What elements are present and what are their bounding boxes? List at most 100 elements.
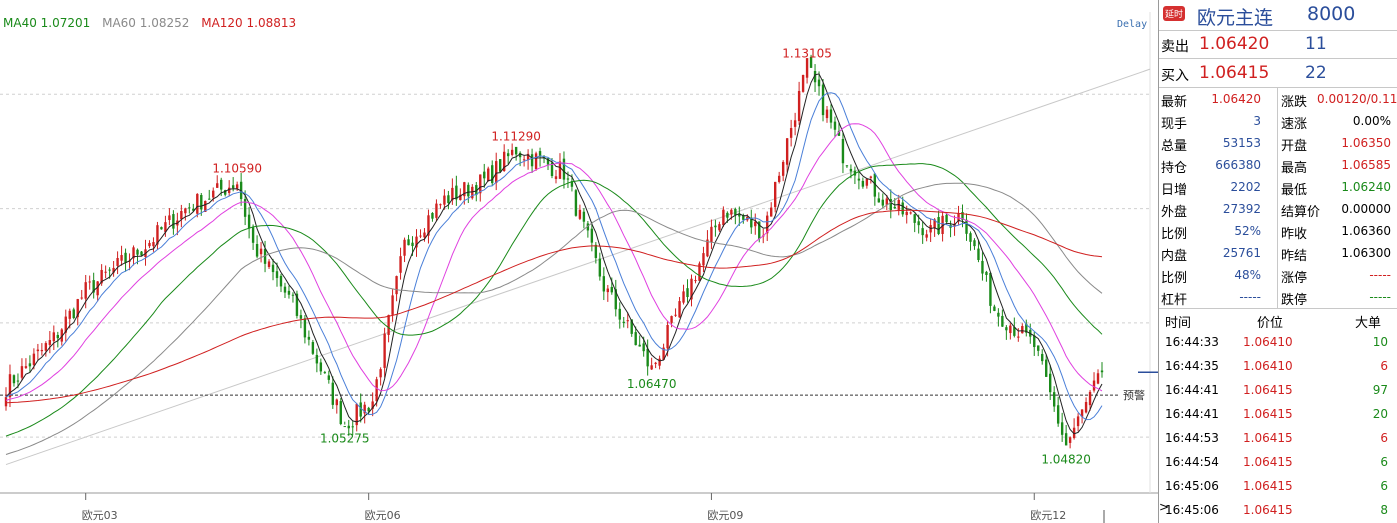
x-tick-label: 欧元12 [1030, 509, 1066, 522]
bid-price: 1.06415 [1199, 63, 1270, 83]
ticks-header-big: 大单 [1355, 316, 1382, 331]
candle-body [945, 214, 948, 223]
candle-body [327, 375, 331, 380]
candle-body [188, 207, 191, 209]
candle-body [20, 366, 24, 378]
candle-body [28, 363, 32, 367]
tick-time: 16:44:54 [1165, 455, 1219, 469]
candle-body [682, 291, 685, 303]
stat-value: 1.06420 [1211, 92, 1261, 106]
candle-body [16, 380, 20, 382]
candle-body [730, 209, 733, 215]
candle-body [152, 242, 155, 247]
candle-body [734, 208, 737, 215]
candle-body [1021, 326, 1024, 334]
quote-window: 预警 1.10590 1.05275 1.11290 1.06470 1.13105 1.… [0, 0, 1397, 523]
candle-body [1068, 437, 1072, 443]
tick-row[interactable]: 16:44:41 1.06415 20 [1159, 402, 1397, 426]
candle-body [235, 184, 239, 189]
tick-row[interactable]: 16:45:06 1.06415 8 [1159, 498, 1397, 522]
stat-label: 杠杆 [1161, 293, 1188, 308]
candle-body [726, 212, 729, 218]
candle-body [594, 244, 598, 258]
candle-body [893, 206, 896, 209]
stat-value: 1.06585 [1341, 158, 1391, 172]
candle-body [315, 354, 319, 364]
candle-body [534, 153, 538, 170]
candle-body [136, 249, 139, 255]
candle-body [574, 190, 578, 216]
kline-chart-area[interactable]: 预警 1.10590 1.05275 1.11290 1.06470 1.13105 1.… [0, 0, 1158, 523]
tick-volume: 6 [1380, 431, 1388, 445]
candle-body [937, 217, 940, 235]
ma-legend: MA40 1.07201 MA60 1.08252 MA120 1.08813 [3, 16, 304, 30]
stat-value: 0.00000 [1341, 202, 1391, 216]
candle-body [678, 301, 681, 318]
candle-body [578, 209, 582, 219]
candle-body [184, 208, 187, 214]
candle-body [710, 226, 713, 243]
candle-body [231, 185, 235, 189]
candle-body [124, 252, 127, 264]
candle-body [395, 276, 398, 295]
candle-body [255, 244, 259, 257]
candle-body [1001, 315, 1004, 327]
stats-row: 最新 1.06420 涨跌 0.00120/0.11% [1159, 88, 1397, 110]
price-label: 1.06470 [627, 377, 677, 391]
candle-body [885, 198, 888, 205]
candle-body [319, 362, 323, 372]
candle-body [32, 353, 36, 365]
stats-row: 外盘 27392 结算价 0.00000 [1159, 198, 1397, 220]
tick-price: 1.06415 [1243, 383, 1293, 397]
tick-row[interactable]: 16:45:06 1.06415 6 [1159, 474, 1397, 498]
candle-body [299, 315, 303, 319]
candle-body [12, 375, 16, 384]
kline-chart[interactable]: 预警 1.105901.052751.112901.064701.131051.… [0, 0, 1158, 523]
candle-body [602, 276, 606, 292]
tick-row[interactable]: 16:44:41 1.06415 97 [1159, 378, 1397, 402]
tick-price: 1.06410 [1243, 359, 1293, 373]
ask-row[interactable]: 卖出 1.06420 11 [1159, 31, 1397, 59]
candle-body [1041, 353, 1044, 362]
candle-body [510, 149, 514, 155]
bid-row[interactable]: 买入 1.06415 22 [1159, 60, 1397, 88]
stat-label: 速涨 [1281, 117, 1308, 132]
candle-body [821, 84, 825, 116]
delay-indicator: Delay [1117, 19, 1148, 30]
candle-body [989, 272, 992, 306]
tick-row[interactable]: 16:44:54 1.06415 6 [1159, 450, 1397, 474]
candle-body [606, 288, 609, 293]
tick-time: 16:44:41 [1165, 407, 1219, 421]
stat-label: 昨收 [1281, 227, 1308, 242]
tick-time: 16:44:41 [1165, 383, 1219, 397]
scroll-left-icon[interactable]: > [1159, 500, 1169, 514]
candle-body [634, 332, 637, 346]
price-labels: 1.10590 1.05275 1.11290 1.06470 1.13105 1.048… [212, 47, 1091, 467]
tick-volume: 6 [1380, 359, 1388, 373]
candle-body [383, 333, 386, 368]
stat-label: 比例 [1161, 271, 1188, 286]
candle-body [562, 158, 566, 180]
candle-body [407, 239, 410, 246]
candle-body [323, 372, 327, 374]
stat-value: 48% [1234, 268, 1261, 282]
candle-body [658, 358, 661, 366]
candle-body [259, 248, 263, 255]
candle-body [686, 288, 689, 298]
tick-volume: 8 [1380, 503, 1388, 517]
candle-body [72, 309, 75, 319]
candle-body [969, 233, 972, 242]
price-label: 1.11290 [491, 130, 541, 144]
tick-time: 16:44:35 [1165, 359, 1219, 373]
tick-row[interactable]: 16:44:35 1.06410 6 [1159, 354, 1397, 378]
candle-body [522, 159, 526, 161]
candle-body [925, 234, 928, 238]
tick-time: 16:45:06 [1165, 479, 1219, 493]
candle-body [291, 294, 295, 296]
stat-value: ----- [1369, 290, 1391, 304]
instrument-name[interactable]: 欧元主连 [1197, 3, 1273, 30]
stat-value: 27392 [1222, 202, 1261, 216]
tick-row[interactable]: 16:44:53 1.06415 6 [1159, 426, 1397, 450]
ma20-line [5, 123, 1103, 401]
tick-row[interactable]: 16:44:33 1.06410 10 [1159, 330, 1397, 354]
